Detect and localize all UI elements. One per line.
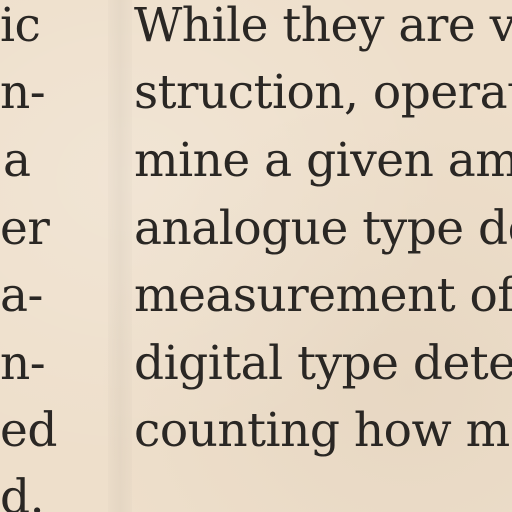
right-line-5: measurement of (134, 268, 512, 323)
right-line-2: struction, operat (134, 65, 512, 120)
right-line-4: analogue type det (134, 201, 512, 256)
right-line-1: While they are v (134, 0, 512, 53)
book-page: ic n- a er a- n- ed d. While they are v … (0, 0, 512, 512)
right-line-7: counting how ma (134, 403, 512, 458)
right-text-column: While they are v struction, operat mine … (0, 0, 512, 512)
right-line-3: mine a given am (134, 133, 512, 188)
right-line-6: digital type dete (134, 336, 512, 391)
